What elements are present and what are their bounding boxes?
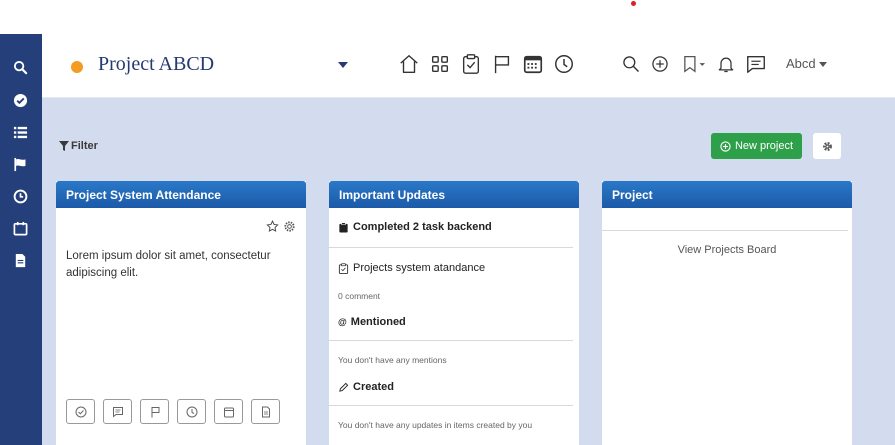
divider — [329, 405, 573, 406]
search-icon[interactable] — [12, 59, 28, 75]
flag-button[interactable] — [140, 399, 169, 424]
top-header: Project ABCD Abcd — [42, 34, 895, 98]
bookmark-icon[interactable] — [679, 52, 709, 76]
calendar-icon[interactable] — [12, 220, 28, 236]
card-attendance: Project System Attendance Lorem ipsum do… — [56, 181, 306, 445]
flag-icon[interactable] — [490, 52, 514, 76]
divider — [329, 340, 573, 341]
task-link-label: Projects system atandance — [353, 262, 486, 274]
gear-icon — [822, 141, 832, 151]
clipboard-check-icon — [338, 262, 349, 274]
flag-icon[interactable] — [12, 156, 28, 172]
add-circle-icon — [720, 140, 731, 152]
home-icon[interactable] — [397, 52, 421, 76]
mentions-empty: You don't have any mentions — [338, 355, 447, 365]
comment-count: 0 comment — [338, 291, 381, 301]
created-section: Created — [338, 381, 394, 393]
sidebar — [0, 34, 42, 445]
pencil-icon — [339, 382, 349, 392]
at-icon: @ — [338, 317, 347, 327]
search-icon[interactable] — [621, 52, 641, 76]
bell-icon[interactable] — [716, 52, 736, 76]
document-icon[interactable] — [12, 252, 28, 268]
card-important-updates: Important Updates Completed 2 task backe… — [329, 181, 579, 445]
add-circle-icon[interactable] — [650, 52, 670, 76]
user-menu[interactable]: Abcd — [786, 56, 827, 71]
star-icon[interactable] — [266, 220, 279, 233]
message-icon[interactable] — [745, 52, 767, 76]
check-circle-button[interactable] — [66, 399, 95, 424]
completed-task: Completed 2 task backend — [338, 221, 492, 233]
card-project: Project View Projects Board — [602, 181, 852, 445]
card-title: Project — [602, 181, 852, 208]
clock-icon[interactable] — [12, 188, 28, 204]
gear-icon[interactable] — [283, 220, 296, 233]
task-link[interactable]: Projects system atandance — [338, 262, 485, 274]
clock-icon[interactable] — [552, 52, 576, 76]
created-label: Created — [353, 381, 394, 393]
calendar-icon[interactable] — [521, 52, 545, 76]
message-button[interactable] — [103, 399, 132, 424]
check-circle-icon[interactable] — [12, 92, 28, 108]
completed-task-label: Completed 2 task backend — [353, 221, 492, 233]
filter-button[interactable]: Filter — [59, 140, 98, 152]
divider — [602, 230, 848, 231]
top-strip — [0, 0, 895, 34]
clock-button[interactable] — [177, 399, 206, 424]
new-project-button[interactable]: New project — [711, 133, 802, 159]
card-body-text: Lorem ipsum dolor sit amet, consectetur … — [66, 250, 271, 279]
list-icon[interactable] — [12, 124, 28, 140]
project-status-dot — [71, 61, 83, 73]
card-title: Project System Attendance — [56, 181, 306, 208]
view-projects-board-link[interactable]: View Projects Board — [602, 244, 852, 256]
grid-icon[interactable] — [428, 52, 452, 76]
settings-button[interactable] — [813, 133, 841, 159]
notification-dot — [631, 1, 636, 6]
user-name: Abcd — [786, 56, 816, 71]
project-title[interactable]: Project ABCD — [98, 53, 214, 76]
clipboard-icon — [339, 221, 348, 233]
created-empty: You don't have any updates in items crea… — [338, 420, 533, 430]
mentioned-label: Mentioned — [350, 316, 406, 328]
main-content: Filter New project Project System Attend… — [42, 98, 895, 445]
filter-icon — [59, 141, 69, 151]
chevron-down-icon[interactable] — [337, 60, 349, 70]
filter-label: Filter — [71, 140, 98, 152]
card-title: Important Updates — [329, 181, 579, 208]
divider — [329, 247, 573, 248]
clipboard-check-icon[interactable] — [459, 52, 483, 76]
document-button[interactable] — [251, 399, 280, 424]
new-project-label: New project — [734, 140, 794, 152]
caret-down-icon — [818, 62, 827, 68]
card-toolbar — [66, 399, 280, 424]
mentioned-section: @ Mentioned — [338, 316, 406, 328]
calendar-button[interactable] — [214, 399, 243, 424]
